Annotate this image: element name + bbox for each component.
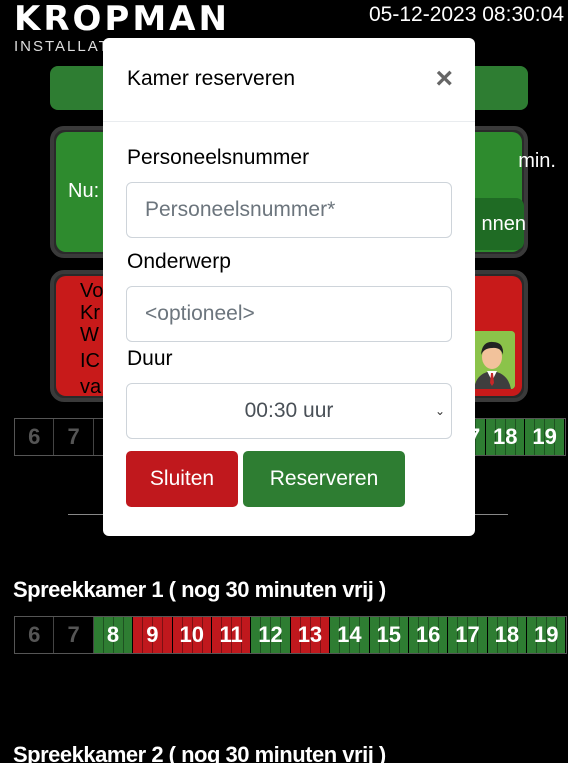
subject-input[interactable]: <optioneel>	[126, 286, 452, 342]
chevron-down-icon: ⌄	[434, 404, 445, 418]
timeline-slot[interactable]: 15	[369, 617, 409, 653]
duration-label: Duur	[127, 347, 173, 370]
duration-select[interactable]: 00:30 uur ⌄	[126, 383, 452, 439]
timeline-slot[interactable]: 19	[525, 419, 565, 455]
user-avatar-icon	[470, 331, 515, 389]
modal-header: Kamer reserveren ×	[103, 38, 475, 122]
kropman-logo: KROPMAN	[14, 0, 230, 39]
logo-subtitle: INSTALLAT	[14, 38, 110, 55]
timeline-slot[interactable]: 9	[133, 617, 173, 653]
timeline-slot[interactable]: 10	[172, 617, 212, 653]
timeline-slot[interactable]: 19	[527, 617, 567, 653]
timeline-slot[interactable]: 8	[93, 617, 134, 653]
timeline-slot[interactable]: 17	[448, 617, 488, 653]
timeline-slot[interactable]: 11	[211, 617, 252, 653]
room-timeline: 6 7 8 9 10 11 12 13 14 15 16 17 18 19	[14, 616, 568, 654]
start-button-label: nnen	[481, 213, 527, 235]
room-title: Spreekkamer 2 ( nog 30 minuten vrij )	[13, 742, 386, 763]
timeline-slot[interactable]: 14	[330, 617, 370, 653]
datetime-display: 05-12-2023 08:30:04	[369, 3, 564, 26]
timeline-slot[interactable]: 12	[251, 617, 291, 653]
timeline-slot[interactable]: 6	[15, 617, 55, 653]
minutes-label: min.	[518, 150, 556, 172]
next-meeting-line: IC	[80, 350, 100, 372]
close-icon[interactable]: ×	[435, 64, 453, 94]
subject-label: Onderwerp	[127, 250, 231, 273]
duration-value: 00:30 uur	[244, 399, 334, 422]
timeline-slot[interactable]: 7	[54, 617, 94, 653]
close-button[interactable]: Sluiten	[126, 451, 238, 507]
timeline-slot[interactable]: 7	[54, 419, 94, 455]
reserve-button[interactable]: Reserveren	[243, 451, 405, 507]
room-title: Spreekkamer 1 ( nog 30 minuten vrij )	[13, 577, 386, 602]
timeline-slot[interactable]: 16	[408, 617, 449, 653]
modal-title: Kamer reserveren	[127, 67, 296, 90]
next-meeting-line: W	[80, 324, 99, 346]
next-meeting-line: Kr	[80, 302, 100, 324]
now-label: Nu:	[68, 180, 100, 202]
timeline-slot[interactable]: 18	[487, 617, 528, 653]
timeline-slot[interactable]: 6	[15, 419, 55, 455]
next-meeting-line: Vo	[80, 280, 104, 302]
timeline-slot[interactable]: 13	[290, 617, 331, 653]
employee-number-input[interactable]: Personeelsnummer*	[126, 182, 452, 238]
next-meeting-line: va	[80, 376, 102, 398]
reserve-room-modal: Kamer reserveren × Personeelsnummer Pers…	[103, 38, 475, 536]
room-timeline-top-right: 7 18 19	[466, 418, 566, 456]
employee-number-label: Personeelsnummer	[127, 146, 310, 169]
timeline-slot[interactable]: 18	[486, 419, 526, 455]
